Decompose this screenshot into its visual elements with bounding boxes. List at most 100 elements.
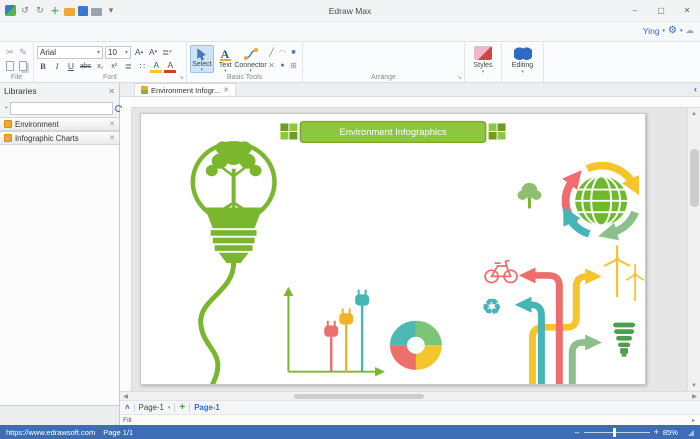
libraries-close-icon[interactable]: ✕ [108,87,115,96]
styles-button[interactable]: Styles ▾ [468,45,498,75]
zoom-slider-thumb[interactable] [613,428,616,437]
ellipse-tool-icon[interactable]: ● [280,62,284,69]
scroll-down-icon[interactable]: ▼ [688,380,700,391]
zoom-slider[interactable] [584,432,650,433]
cut-icon[interactable]: ✂ [6,47,14,58]
banner-shape[interactable]: Environment Infographics [280,122,505,143]
vertical-scrollbar[interactable]: ▲ ▼ [687,108,700,391]
page-selector[interactable]: Page-1 [139,403,164,412]
crop-tool-icon[interactable]: ⊞ [290,61,297,70]
redo-icon[interactable]: ↻ [34,5,46,17]
account-area[interactable]: Ying ▾ ⚙ ▾ ☁ [643,25,694,36]
select-tool-button[interactable]: Select▾ [190,45,214,73]
active-page-tab[interactable]: Page-1 [194,403,220,412]
font-family-select[interactable]: Arial▾ [37,46,103,59]
section-close-icon[interactable]: ✕ [109,120,115,128]
editing-button[interactable]: Editing ▾ [505,45,540,75]
collapse-pagebar-icon[interactable]: ˄ [125,403,130,412]
font-color-button[interactable]: A [164,60,176,73]
rectangle-tool-icon[interactable]: ■ [291,49,295,56]
print-icon[interactable] [91,8,102,16]
arc-tool-icon[interactable]: ◠ [279,48,286,57]
close-button[interactable]: ✕ [674,0,700,21]
plug-teal [355,290,369,372]
website-link[interactable]: https://www.edrawsoft.com [6,428,95,437]
palette-next-icon[interactable]: ▸ [690,417,697,424]
line-spacing-button[interactable]: ≣ [122,60,134,73]
editing-binoculars-icon [514,46,532,60]
zoom-in-button[interactable]: + [654,427,659,437]
horizontal-scrollbar[interactable]: ◀ ▶ [120,391,700,400]
library-picker-caret-icon[interactable]: ▾ [5,105,8,111]
plug-chart-shape[interactable] [288,290,378,372]
paste-icon[interactable] [19,61,27,71]
minimize-button[interactable]: – [622,0,648,21]
ribbon-group-file: ✂ ✎ File [0,42,34,82]
page-selector-caret-icon[interactable]: ▾ [168,405,171,411]
undo-icon[interactable]: ↺ [19,5,31,17]
highlight-color-button[interactable]: A [150,60,162,73]
plug-red [324,321,338,372]
erase-tool-icon[interactable]: ✕ [268,61,275,70]
library-section-infographic-charts[interactable]: Infographic Charts ✕ [0,131,119,145]
subscript-button[interactable]: x₂ [94,60,106,73]
strikethrough-button[interactable]: abc [79,60,92,73]
grow-font-button[interactable]: A▴ [133,46,145,59]
settings-caret-icon[interactable]: ▾ [680,28,683,34]
horizontal-scroll-thumb[interactable] [294,394,424,399]
library-icon [4,120,12,128]
scroll-up-icon[interactable]: ▲ [688,108,700,119]
globe-recycle-shape[interactable] [566,166,635,234]
recycle-symbol-icon[interactable]: ♻ [482,296,502,319]
draw-tools-grid: ╱ ◠ ■ ✕ ● ⊞ [266,45,299,73]
format-painter-icon[interactable]: ✎ [19,47,27,58]
customize-toolbar-icon[interactable]: ▾ [105,5,117,17]
bold-button[interactable]: B [37,60,49,73]
save-icon[interactable] [78,6,88,16]
user-name[interactable]: Ying [643,26,660,36]
font-size-select[interactable]: 10▾ [105,46,131,59]
bicycle-icon[interactable] [485,260,517,282]
settings-gear-icon[interactable]: ⚙ [668,25,677,36]
superscript-button[interactable]: x² [108,60,120,73]
scroll-right-icon[interactable]: ▶ [689,393,700,400]
new-file-icon[interactable]: ＋ [49,5,61,17]
open-file-icon[interactable] [64,8,75,16]
fill-label: Fill [123,417,132,424]
resize-grip-icon[interactable]: ◢ [688,428,694,437]
cloud-icon[interactable]: ☁ [686,25,695,36]
line-tool-icon[interactable]: ╱ [269,48,274,57]
flow-arrows-shape[interactable] [526,275,590,384]
arrange-dialog-launcher-icon[interactable]: ↘ [457,74,462,81]
connector-tool-button[interactable]: Connector▾ [237,45,264,73]
page-info: Page 1/1 [103,428,133,437]
library-search-input[interactable] [10,102,113,115]
align-text-button[interactable]: ≣▾ [161,46,173,59]
document-icon [141,86,148,94]
horizontal-ruler [132,97,700,108]
add-page-button[interactable]: + [179,402,185,413]
bullet-list-button[interactable]: ∷ [136,60,148,73]
font-dialog-launcher-icon[interactable]: ↘ [179,74,184,81]
cfl-bulb-icon[interactable] [613,323,635,357]
italic-button[interactable]: I [51,60,63,73]
vertical-scroll-thumb[interactable] [690,149,699,207]
underline-button[interactable]: U [65,60,77,73]
scroll-left-icon[interactable]: ◀ [120,393,131,400]
library-section-environment[interactable]: Environment ✕ [0,117,119,131]
drawing-canvas[interactable]: Environment Infographics [132,108,687,391]
bulb-tree-shape[interactable] [193,141,275,384]
document-tab[interactable]: Environment Infogr... ✕ [134,83,236,96]
maximize-button[interactable]: ▢ [648,0,674,21]
section-close-icon[interactable]: ✕ [109,134,115,142]
drawing-page[interactable]: Environment Infographics [140,113,646,385]
zoom-out-button[interactable]: – [575,427,580,437]
shrink-font-button[interactable]: A▾ [147,46,159,59]
zoom-level[interactable]: 85% [663,428,678,437]
wind-turbines-icon[interactable] [604,245,644,301]
document-close-icon[interactable]: ✕ [223,86,229,94]
collapse-panel-icon[interactable]: ‹ [694,84,697,94]
copy-icon[interactable] [6,61,14,71]
user-caret-icon[interactable]: ▾ [663,28,666,34]
quadrant-doughnut-shape[interactable] [398,329,433,362]
